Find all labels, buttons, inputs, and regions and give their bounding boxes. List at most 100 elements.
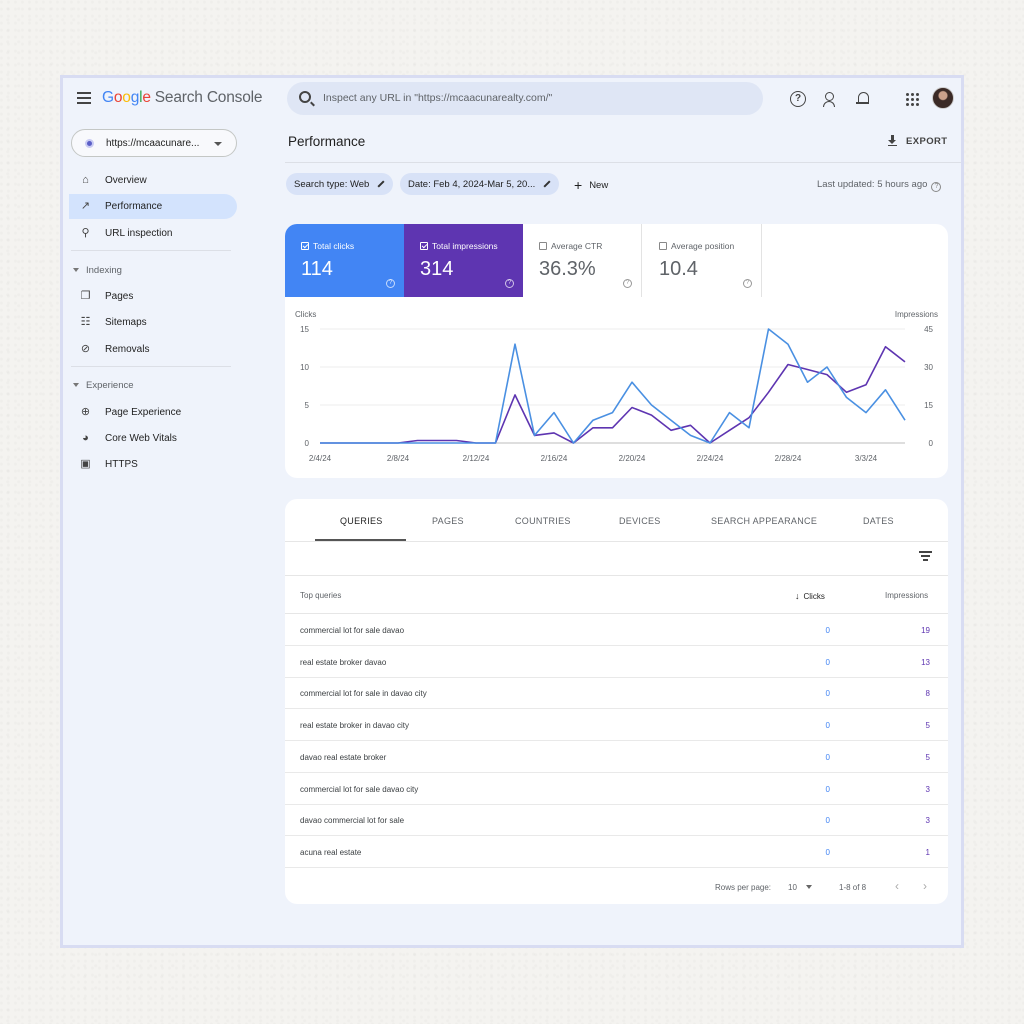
edit-pencil-icon [377,180,385,188]
checkbox-checked-icon[interactable] [420,242,428,250]
checkbox-checked-icon[interactable] [301,242,309,250]
table-row[interactable]: commercial lot for sale in davao city 0 8 [285,677,948,710]
tab-search-appearance[interactable]: SEARCH APPEARANCE [711,516,817,526]
notifications-bell-icon[interactable] [855,91,871,107]
table-row[interactable]: commercial lot for sale davao city 0 3 [285,773,948,805]
metric-average-ctr[interactable]: Average CTR 36.3% ? [523,224,642,297]
table-row[interactable]: acuna real estate 0 1 [285,836,948,868]
table-divider [285,575,948,576]
clicks-cell: 0 [825,626,830,635]
query-cell: commercial lot for sale in davao city [300,689,427,699]
search-icon: ⚲ [81,227,90,239]
hamburger-menu-icon[interactable] [77,92,91,104]
export-button[interactable]: EXPORT [888,135,947,147]
sidebar-item-sitemaps[interactable]: ☷ Sitemaps [69,310,237,335]
checkbox-unchecked-icon[interactable] [659,242,667,250]
clicks-cell: 0 [825,752,830,762]
y-tick-label-left: 5 [305,401,310,410]
query-cell: commercial lot for sale davao [300,626,405,635]
rows-per-page-select[interactable]: 10 [788,883,812,892]
column-header-impressions[interactable]: Impressions [885,591,928,600]
x-tick-label: 2/8/24 [387,454,410,463]
page-title: Performance [288,134,366,149]
checkbox-unchecked-icon[interactable] [539,242,547,250]
app-window: Google Search Console Inspect any URL in … [60,75,964,948]
queries-table-card: QUERIES PAGES COUNTRIES DEVICES SEARCH A… [285,499,948,904]
metric-average-position[interactable]: Average position 10.4 ? [643,224,762,297]
new-filter-button[interactable]: + New [574,177,608,193]
query-cell: real estate broker in davao city [300,721,409,731]
x-tick-label: 3/3/24 [855,454,878,463]
manage-users-icon[interactable] [822,91,838,107]
url-inspect-search-bar[interactable]: Inspect any URL in "https://mcaacunareal… [287,82,763,115]
metric-total-clicks[interactable]: Total clicks 114 ? [285,224,404,297]
help-icon[interactable]: ? [386,279,395,288]
property-selector[interactable]: https://mcaacunare... [71,129,237,157]
impressions-cell: 19 [921,626,930,635]
sidebar-item-page-experience[interactable]: ⊕ Page Experience [69,400,237,425]
sidebar-item-pages[interactable]: ❐ Pages [69,284,237,309]
sidebar-item-https[interactable]: ▣ HTTPS [69,452,237,477]
eye-off-icon: ⊘ [80,343,91,355]
property-icon [85,139,94,148]
help-icon[interactable]: ? [790,91,806,107]
tab-countries[interactable]: COUNTRIES [515,516,571,526]
caret-down-icon [805,885,812,889]
column-header-clicks[interactable]: ↓ Clicks [795,591,825,601]
help-icon[interactable]: ? [623,279,632,288]
impressions-cell: 13 [921,657,930,667]
plus-circle-icon: ⊕ [80,406,91,418]
y-axis-label-right: Impressions [895,310,938,319]
apps-grid-icon[interactable] [904,91,920,107]
sidebar-item-url-inspection[interactable]: ⚲ URL inspection [69,221,237,246]
sidebar-item-removals[interactable]: ⊘ Removals [69,337,237,362]
table-row[interactable]: davao real estate broker 0 5 [285,741,948,773]
gauge-icon: ◕ [82,432,89,444]
table-row[interactable]: davao commercial lot for sale 0 3 [285,804,948,837]
impressions-cell: 5 [925,721,930,731]
metric-total-impressions[interactable]: Total impressions 314 ? [404,224,523,297]
series-line-impressions [320,345,906,444]
performance-line-chart[interactable]: Clicks Impressions 0 5 10 15 0 15 30 45 2/4/24 2/8/… [285,302,948,472]
tab-devices[interactable]: DEVICES [619,516,661,526]
edit-pencil-icon [543,180,551,188]
sidebar-item-core-web-vitals[interactable]: ◕ Core Web Vitals [69,426,237,451]
chevron-left-icon[interactable]: ‹ [895,879,899,893]
rows-per-page-label: Rows per page: [715,883,772,892]
query-cell: davao commercial lot for sale [300,816,405,826]
plus-icon: + [574,177,583,193]
sitemap-icon: ☷ [80,316,91,328]
google-search-console-logo[interactable]: Google Search Console [102,89,262,107]
account-avatar[interactable] [932,87,954,109]
x-tick-label: 2/28/24 [775,454,802,463]
table-row[interactable]: real estate broker in davao city 0 5 [285,709,948,742]
tab-pages[interactable]: PAGES [432,516,464,526]
help-icon[interactable]: ? [505,279,514,288]
sidebar-item-performance[interactable]: ↗ Performance [69,194,237,219]
sidebar-item-overview[interactable]: ⌂ Overview [69,168,237,193]
y-tick-label-left: 0 [305,439,310,448]
help-icon[interactable]: ? [743,279,752,288]
tab-queries[interactable]: QUERIES [340,516,383,526]
clicks-cell: 0 [825,784,830,794]
lock-icon: ▣ [80,458,91,470]
help-icon[interactable]: ? [931,182,942,192]
download-icon [888,135,897,146]
query-cell: davao real estate broker [300,752,387,762]
query-cell: acuna real estate [300,847,362,857]
chevron-right-icon[interactable]: › [923,879,927,893]
clicks-cell: 0 [825,847,830,857]
impressions-cell: 5 [925,752,930,762]
date-filter-chip[interactable]: Date: Feb 4, 2024-Mar 5, 20... [400,173,560,195]
tab-dates[interactable]: DATES [863,516,894,526]
indexing-section-header[interactable]: Indexing [73,265,122,276]
series-line-clicks [320,328,906,444]
table-row[interactable]: commercial lot for sale davao 0 19 [285,614,948,646]
table-row[interactable]: real estate broker davao 0 13 [285,646,948,678]
search-type-filter-chip[interactable]: Search type: Web [286,173,394,195]
metric-value: 36.3% [539,258,596,280]
filter-icon[interactable] [919,551,932,561]
home-icon: ⌂ [82,174,89,186]
experience-section-header[interactable]: Experience [73,380,134,391]
y-tick-label-left: 15 [300,325,309,334]
